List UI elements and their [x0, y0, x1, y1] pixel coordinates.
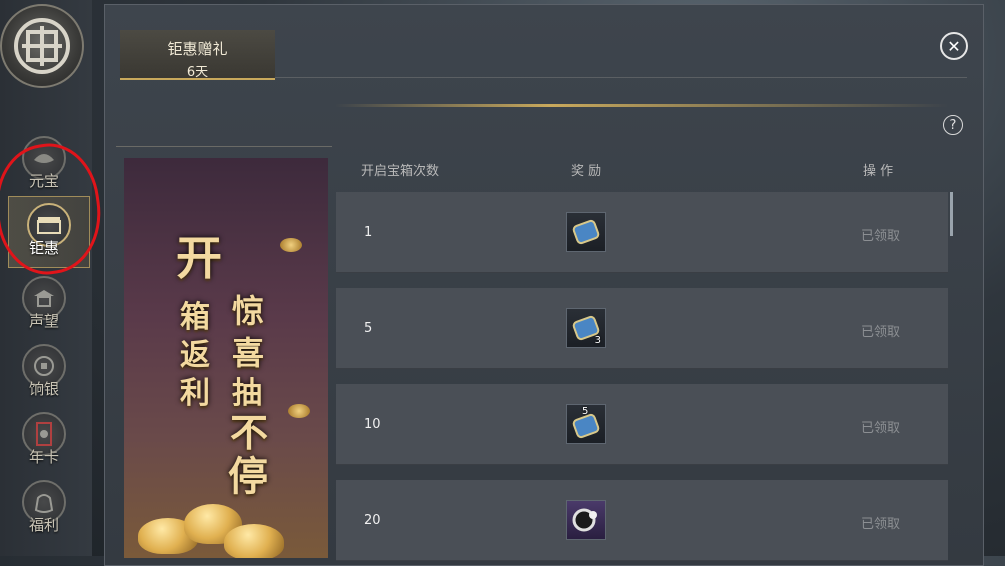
column-header-count: 开启宝箱次数: [361, 164, 440, 179]
claimed-status: 已领取: [861, 325, 901, 340]
game-logo: [0, 4, 84, 88]
sidebar-item-label: 元宝: [28, 172, 59, 190]
tab-days-remaining: 6天: [186, 65, 209, 80]
sidebar-item-xiangyin[interactable]: 饷银: [12, 344, 76, 408]
pearl-icon: [572, 508, 597, 532]
open-count: 1: [364, 225, 373, 240]
sidebar-item-nianka[interactable]: 年卡: [12, 412, 76, 476]
sidebar-item-label: 饷银: [28, 380, 59, 398]
tab-juhui-gift[interactable]: 钜惠赠礼 6天: [120, 30, 275, 80]
help-button[interactable]: ?: [943, 115, 963, 135]
column-header-action: 操 作: [863, 164, 894, 179]
sidebar-item-fuli[interactable]: 福利: [12, 480, 76, 544]
help-icon: ?: [949, 117, 957, 133]
claimed-status: 已领取: [861, 517, 901, 532]
sidebar-item-label: 声望: [28, 312, 59, 330]
claimed-status: 已领取: [861, 229, 901, 244]
open-count: 20: [364, 513, 381, 528]
table-row: 10 5 已领取: [336, 384, 948, 465]
open-count: 5: [364, 321, 373, 336]
ingot-decoration: [224, 524, 284, 558]
reward-item-slot[interactable]: [566, 212, 606, 252]
sidebar-item-shengwang[interactable]: 声望: [12, 276, 76, 340]
tab-title: 钜惠赠礼: [167, 40, 228, 58]
close-icon: ✕: [947, 36, 961, 56]
close-button[interactable]: ✕: [940, 32, 968, 60]
sidebar-item-yuanbao[interactable]: 元宝: [12, 136, 76, 200]
coin-decoration: [280, 238, 302, 252]
sidebar-item-label: 年卡: [28, 448, 59, 466]
claimed-status: 已领取: [861, 421, 901, 436]
sidebar-item-label: 福利: [28, 516, 59, 534]
banner-text: 利: [180, 376, 210, 411]
sidebar: 元宝 钜惠 声望 饷银 年卡 福利: [0, 0, 109, 556]
column-header-reward: 奖 励: [571, 164, 602, 179]
sidebar-item-label: 钜惠: [28, 239, 59, 257]
banner-text: 停: [228, 453, 268, 500]
item-quantity: 3: [594, 335, 601, 346]
scrollbar[interactable]: [950, 192, 953, 236]
open-count: 10: [364, 417, 381, 432]
header-divider: [335, 104, 948, 107]
bracer-icon: [572, 219, 600, 245]
reward-item-slot[interactable]: 3: [566, 308, 606, 348]
coin-decoration: [288, 404, 310, 418]
sidebar-item-juhui[interactable]: 钜惠: [8, 196, 90, 268]
item-quantity: 5: [582, 406, 589, 417]
tab-divider: [275, 77, 967, 78]
reward-item-slot[interactable]: 5: [566, 404, 606, 444]
table-row: 1 已领取: [336, 192, 948, 273]
banner-text: 开: [176, 231, 222, 285]
table-row: 20 已领取: [336, 480, 948, 561]
reward-item-slot[interactable]: [566, 500, 606, 540]
promo-banner: 开 箱 返 利 惊 喜 抽 不 停: [124, 158, 328, 558]
table-row: 5 3 已领取: [336, 288, 948, 369]
banner-text: 惊: [232, 292, 265, 330]
